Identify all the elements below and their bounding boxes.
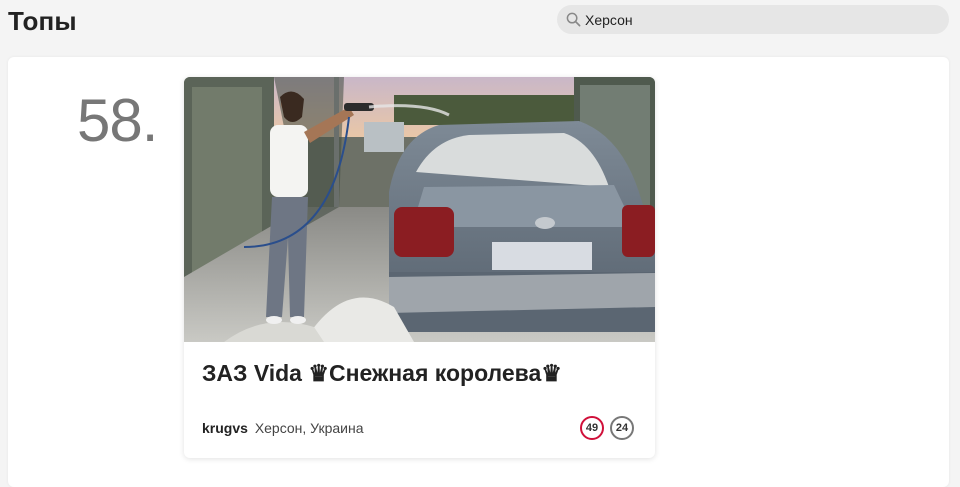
search-bar[interactable] — [557, 5, 949, 34]
entry-location: Херсон, Украина — [254, 420, 364, 436]
entry-card[interactable]: ЗАЗ Vida ♛Снежная королева♛ krugvs Херсо… — [184, 77, 655, 458]
rank-number: 58. — [77, 87, 158, 154]
car-photo[interactable] — [184, 77, 655, 342]
author-link[interactable]: krugvs — [202, 420, 248, 436]
comments-badge[interactable]: 24 — [610, 416, 634, 440]
search-icon[interactable] — [566, 12, 581, 27]
entry-title[interactable]: ЗАЗ Vida ♛Снежная королева♛ — [202, 360, 582, 386]
page-header: Топы — [0, 0, 960, 46]
page-title: Топы — [8, 6, 77, 36]
likes-badge[interactable]: 49 — [580, 416, 604, 440]
entry-meta: krugvs Херсон, Украина — [202, 420, 363, 436]
search-input[interactable] — [585, 5, 935, 34]
